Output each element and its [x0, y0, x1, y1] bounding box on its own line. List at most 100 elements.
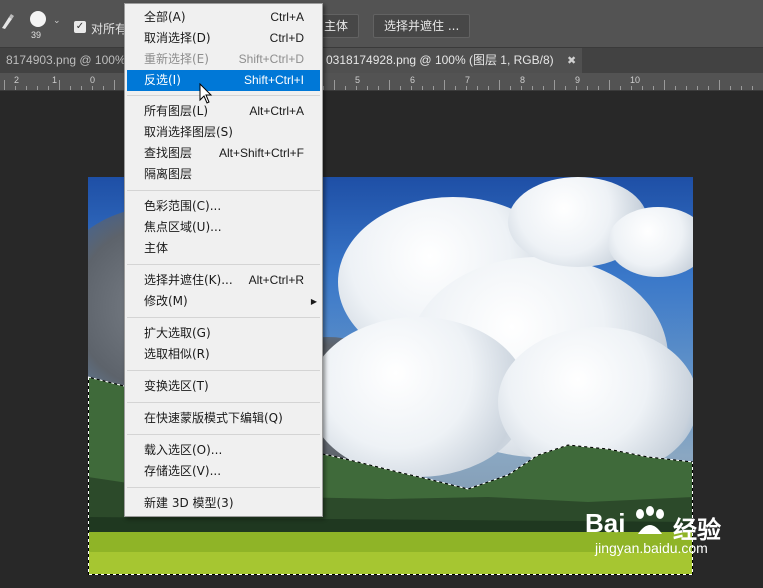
- ruler-tick: [543, 86, 544, 90]
- menu-item-reselect: 重新选择(E) Shift+Ctrl+D: [127, 49, 320, 70]
- watermark-brand: Bai: [585, 508, 626, 538]
- ruler-tick: [444, 80, 445, 90]
- sample-all-layers-checkbox[interactable]: ✓: [74, 21, 86, 33]
- menu-item-label: 重新选择(E): [144, 52, 209, 66]
- menu-item-label: 新建 3D 模型(3): [144, 496, 234, 510]
- ruler-tick: [466, 86, 467, 90]
- sample-all-layers-label: 对所有: [91, 22, 128, 36]
- ruler-label: 9: [575, 75, 581, 85]
- menu-item-grow[interactable]: 扩大选取(G): [127, 323, 320, 344]
- horizontal-ruler[interactable]: 2 1 0 5 6 7 8 9 10: [0, 73, 763, 91]
- ruler-tick: [411, 86, 412, 90]
- menu-item-similar[interactable]: 选取相似(R): [127, 344, 320, 365]
- menu-item-label: 存储选区(V)...: [144, 464, 222, 478]
- menu-separator: [127, 95, 320, 96]
- menu-separator: [127, 402, 320, 403]
- ruler-tick: [323, 86, 324, 90]
- ruler-tick: [334, 80, 335, 90]
- menu-item-label: 选择并遮住(K)...: [144, 273, 233, 287]
- options-bar: 39 ⌄ ✓ 对所有 主体 选择并遮住 ...: [0, 0, 763, 48]
- ruler-tick: [499, 80, 500, 90]
- ruler-tick: [4, 80, 5, 90]
- ruler-tick: [477, 86, 478, 90]
- menu-item-shortcut: Alt+Ctrl+R: [248, 273, 304, 287]
- ruler-tick: [345, 86, 346, 90]
- tab-label: 0318174928.png @ 100% (图层 1, RGB/8): [326, 53, 554, 67]
- menu-item-shortcut: Shift+Ctrl+I: [243, 73, 304, 87]
- ruler-tick: [15, 86, 16, 90]
- menu-item-new-3d-model[interactable]: 新建 3D 模型(3): [127, 493, 320, 514]
- menu-item-isolate-layers[interactable]: 隔离图层: [127, 164, 320, 185]
- menu-item-deselect[interactable]: 取消选择(D) Ctrl+D: [127, 28, 320, 49]
- menu-item-select-and-mask[interactable]: 选择并遮住(K)... Alt+Ctrl+R: [127, 270, 320, 291]
- ruler-tick: [532, 86, 533, 90]
- ruler-label: 6: [410, 75, 416, 85]
- menu-item-label: 色彩范围(C)...: [144, 199, 222, 213]
- menu-item-quick-mask[interactable]: 在快速蒙版模式下编辑(Q): [127, 408, 320, 429]
- brush-size: 39: [31, 30, 42, 40]
- menu-item-save-selection[interactable]: 存储选区(V)...: [127, 461, 320, 482]
- menu-item-label: 变换选区(T): [144, 379, 209, 393]
- menu-separator: [127, 487, 320, 488]
- ruler-tick: [664, 80, 665, 90]
- ruler-tick: [103, 86, 104, 90]
- ruler-tick: [378, 86, 379, 90]
- document-tab-active[interactable]: 0318174928.png @ 100% (图层 1, RGB/8) ✖: [320, 48, 583, 73]
- menu-item-shortcut: Alt+Ctrl+A: [249, 104, 304, 118]
- menu-item-label: 反选(I): [144, 73, 181, 87]
- select-menu: 全部(A) Ctrl+A 取消选择(D) Ctrl+D 重新选择(E) Shif…: [124, 3, 323, 517]
- ruler-tick: [642, 86, 643, 90]
- document-tab[interactable]: 8174903.png @ 100%: [0, 48, 132, 73]
- menu-item-all[interactable]: 全部(A) Ctrl+A: [127, 7, 320, 28]
- ruler-tick: [752, 86, 753, 90]
- ruler-tick: [488, 86, 489, 90]
- menu-item-all-layers[interactable]: 所有图层(L) Alt+Ctrl+A: [127, 101, 320, 122]
- chevron-down-icon[interactable]: ⌄: [53, 16, 61, 26]
- select-and-mask-button[interactable]: 选择并遮住 ...: [373, 14, 471, 38]
- menu-separator: [127, 317, 320, 318]
- ruler-tick: [686, 86, 687, 90]
- menu-separator: [127, 190, 320, 191]
- menu-separator: [127, 264, 320, 265]
- baidu-jingyan-watermark: Bai 经验 jingyan.baidu.com: [585, 506, 721, 556]
- menu-item-label: 扩大选取(G): [144, 326, 211, 340]
- menu-item-focus-area[interactable]: 焦点区域(U)...: [127, 217, 320, 238]
- menu-item-label: 焦点区域(U)...: [144, 220, 222, 234]
- ruler-tick: [367, 86, 368, 90]
- ruler-tick: [719, 80, 720, 90]
- ruler-label: 7: [465, 75, 471, 85]
- menu-item-color-range[interactable]: 色彩范围(C)...: [127, 196, 320, 217]
- ruler-tick: [48, 86, 49, 90]
- menu-item-label: 查找图层: [144, 146, 193, 160]
- ruler-tick: [576, 86, 577, 90]
- menu-item-transform-selection[interactable]: 变换选区(T): [127, 376, 320, 397]
- menu-item-shortcut: Ctrl+A: [270, 10, 304, 24]
- ruler-tick: [37, 86, 38, 90]
- menu-item-shortcut: Alt+Shift+Ctrl+F: [218, 146, 304, 160]
- paw-icon: [636, 506, 664, 534]
- menu-item-inverse[interactable]: 反选(I) Shift+Ctrl+I: [127, 70, 320, 91]
- ruler-tick: [598, 86, 599, 90]
- ruler-tick: [730, 86, 731, 90]
- tab-label: 8174903.png @ 100%: [6, 53, 126, 67]
- ruler-tick: [400, 86, 401, 90]
- close-icon[interactable]: ✖: [567, 55, 576, 67]
- brush-preview-icon[interactable]: [30, 11, 46, 27]
- ruler-tick: [609, 80, 610, 90]
- brush-tool-icon[interactable]: [0, 14, 16, 32]
- ruler-tick: [565, 86, 566, 90]
- menu-item-find-layers[interactable]: 查找图层 Alt+Shift+Ctrl+F: [127, 143, 320, 164]
- menu-item-label: 修改(M): [144, 294, 188, 308]
- ruler-tick: [741, 86, 742, 90]
- menu-item-shortcut: Shift+Ctrl+D: [238, 52, 304, 66]
- ruler-tick: [620, 86, 621, 90]
- ruler-tick: [653, 86, 654, 90]
- ruler-tick: [455, 86, 456, 90]
- ruler-tick: [433, 86, 434, 90]
- ruler-tick: [59, 80, 60, 90]
- ruler-tick: [92, 86, 93, 90]
- menu-item-load-selection[interactable]: 载入选区(O)...: [127, 440, 320, 461]
- menu-item-modify[interactable]: 修改(M) ▶: [127, 291, 320, 312]
- menu-item-deselect-layers[interactable]: 取消选择图层(S): [127, 122, 320, 143]
- menu-item-subject[interactable]: 主体: [127, 238, 320, 259]
